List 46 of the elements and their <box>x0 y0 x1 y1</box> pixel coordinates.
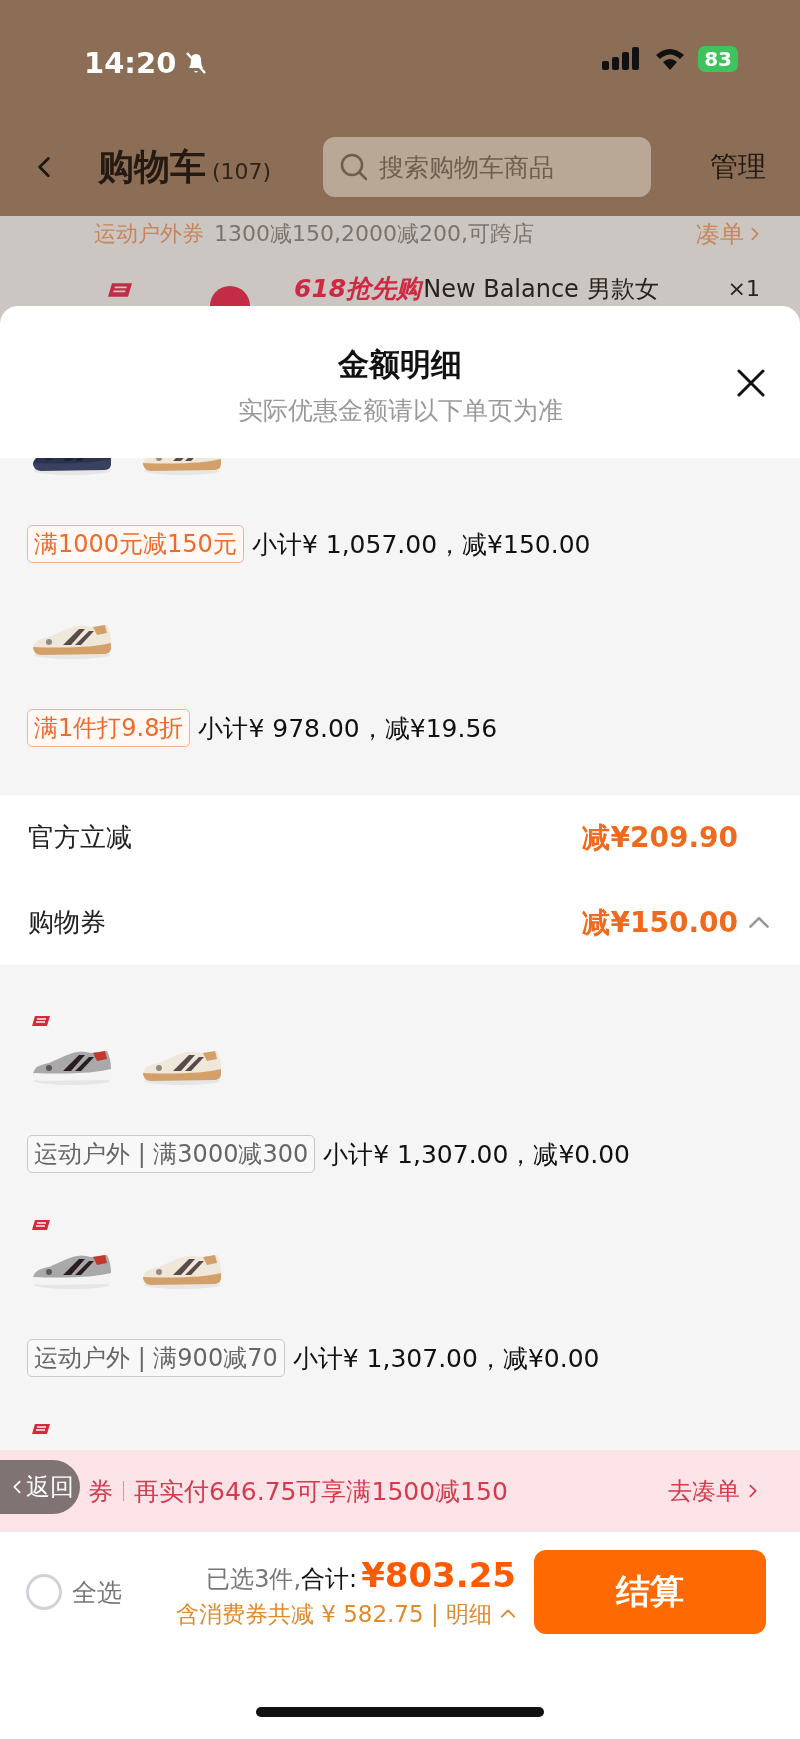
coupon-label: 券 <box>88 1475 113 1508</box>
discount-tag: 运动户外 | 满900减70 <box>27 1339 285 1377</box>
subtotal-text: 小计¥ 978.00，减¥19.56 <box>198 712 498 745</box>
add-items-link[interactable]: 去凑单 <box>668 1475 758 1507</box>
sheet-title: 金额明细 <box>338 345 462 384</box>
checkout-button[interactable]: 结算 <box>534 1550 766 1634</box>
bell-muted-icon <box>184 50 209 76</box>
search-icon <box>339 152 370 182</box>
promo-message: 再实付646.75可享满1500减150 <box>134 1475 508 1508</box>
sheet-subtitle: 实际优惠金额请以下单页为准 <box>237 395 563 427</box>
discount-tag: 满1000元减150元 <box>27 525 244 563</box>
total-label: 合计: <box>301 1563 358 1595</box>
page-title: 购物车 <box>98 144 206 189</box>
coupon-label: 运动户外券 <box>94 220 204 248</box>
discount-tag: 满1件打9.8折 <box>27 709 191 747</box>
back-icon <box>12 1480 22 1494</box>
status-time: 14:20 <box>84 46 177 80</box>
manage-button[interactable]: 管理 <box>710 148 766 186</box>
battery-indicator: 83 <box>698 46 738 72</box>
subtotal-text: 小计¥ 1,307.00，减¥0.00 <box>323 1138 630 1171</box>
close-button[interactable] <box>736 368 766 398</box>
back-icon <box>36 155 52 179</box>
product-name: New Balance 男款女 <box>423 274 659 304</box>
coupon-terms: 1300减150,2000减200,可跨店 <box>214 220 534 248</box>
search-placeholder: 搜索购物车商品 <box>379 151 555 184</box>
total-amount: ¥803.25 <box>361 1554 516 1595</box>
savings-details-link[interactable]: 含消费券共减 ¥ 582.75 | 明细 <box>175 1598 492 1630</box>
promo-label: 618抢先购 <box>294 274 422 304</box>
select-all-checkbox[interactable]: 全选 <box>26 1574 122 1610</box>
wifi-icon <box>654 47 687 71</box>
discount-tag: 运动户外 | 满3000减300 <box>27 1135 316 1173</box>
subtotal-text: 小计¥ 1,057.00，减¥150.00 <box>251 528 591 561</box>
chevron-icon <box>748 1484 758 1498</box>
chevron-icon <box>750 227 760 241</box>
search-field[interactable]: 搜索购物车商品 <box>323 137 652 197</box>
product-thumbnail <box>210 286 250 306</box>
back-button[interactable]: 返回 <box>0 1460 80 1514</box>
discount-label: 购物券 <box>28 906 106 939</box>
selected-count: 已选3件, <box>206 1563 302 1595</box>
subtotal-text: 小计¥ 1,307.00，减¥0.00 <box>292 1342 600 1375</box>
discount-amount: 减¥209.90 <box>582 819 738 856</box>
discount-label: 官方立减 <box>28 821 132 854</box>
discount-amount: 减¥150.00 <box>582 904 738 941</box>
item-count: (107) <box>212 158 272 184</box>
quantity: ×1 <box>727 275 760 303</box>
close-icon <box>736 368 766 398</box>
